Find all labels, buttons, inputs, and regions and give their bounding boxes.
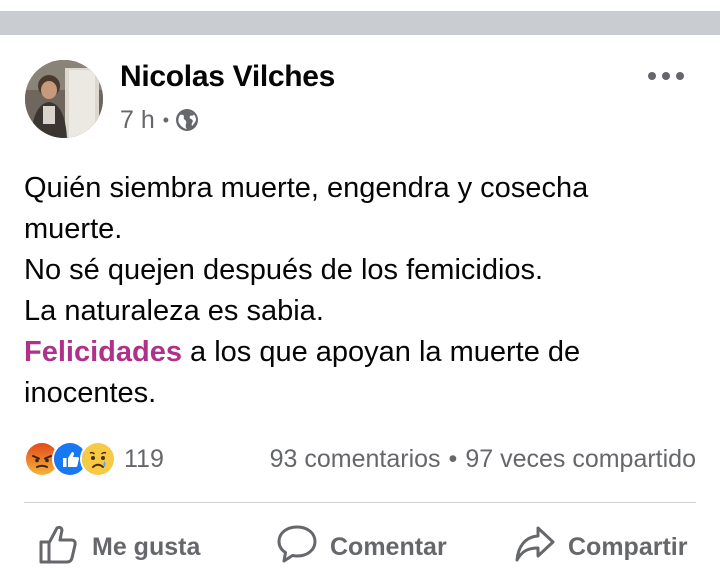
author-name[interactable]: Nicolas Vilches [120, 60, 335, 94]
like-button[interactable]: Me gusta [38, 522, 200, 572]
share-button[interactable]: Compartir [514, 522, 687, 572]
post-stats: 93 comentarios • 97 veces compartido [270, 442, 696, 476]
comment-label: Comentar [330, 532, 447, 561]
reactions-summary[interactable]: 119 [24, 441, 164, 477]
more-options-icon[interactable] [648, 66, 684, 86]
post-time[interactable]: 7 h [120, 106, 155, 135]
post-text-line: inocentes. [24, 377, 157, 409]
post-text-line: Quién siembra muerte, engendra y cosecha [24, 172, 589, 204]
post-meta: 7 h • [120, 104, 199, 136]
post-text-line: Felicidades a los que apoyan la muerte d… [24, 332, 684, 373]
stats-separator: • [448, 444, 458, 473]
share-label: Compartir [568, 532, 688, 561]
post-text-line: No sé quejen después de los femicidios. [24, 254, 544, 286]
comment-bubble-icon [276, 524, 330, 571]
more-dot [648, 72, 656, 80]
author-avatar[interactable] [25, 60, 103, 138]
share-arrow-icon [514, 524, 568, 571]
top-separator-band [0, 11, 720, 35]
post-actions-bar: Me gusta Comentar Compartir [0, 522, 720, 572]
top-bar [0, 0, 720, 35]
comments-count-link[interactable]: 93 comentarios [270, 445, 441, 474]
post-text-fragment: a los que apoyan la muerte de [181, 336, 581, 368]
post-text-line: La naturaleza es sabia. [24, 295, 324, 327]
thumbs-up-icon [38, 522, 92, 573]
meta-separator: • [162, 109, 170, 130]
post-text-line: muerte. [24, 213, 123, 245]
reaction-count: 119 [124, 444, 164, 473]
like-label: Me gusta [92, 532, 201, 561]
post-text: Quién siembra muerte, engendra y cosecha… [24, 168, 684, 414]
hashtag-link[interactable]: Felicidades [24, 336, 182, 368]
actions-divider [24, 502, 696, 503]
globe-icon [175, 108, 199, 132]
more-dot [662, 72, 670, 80]
comment-button[interactable]: Comentar [276, 522, 447, 572]
shares-count-link[interactable]: 97 veces compartido [465, 445, 696, 474]
sad-reaction-icon [80, 441, 116, 477]
more-dot [676, 72, 684, 80]
